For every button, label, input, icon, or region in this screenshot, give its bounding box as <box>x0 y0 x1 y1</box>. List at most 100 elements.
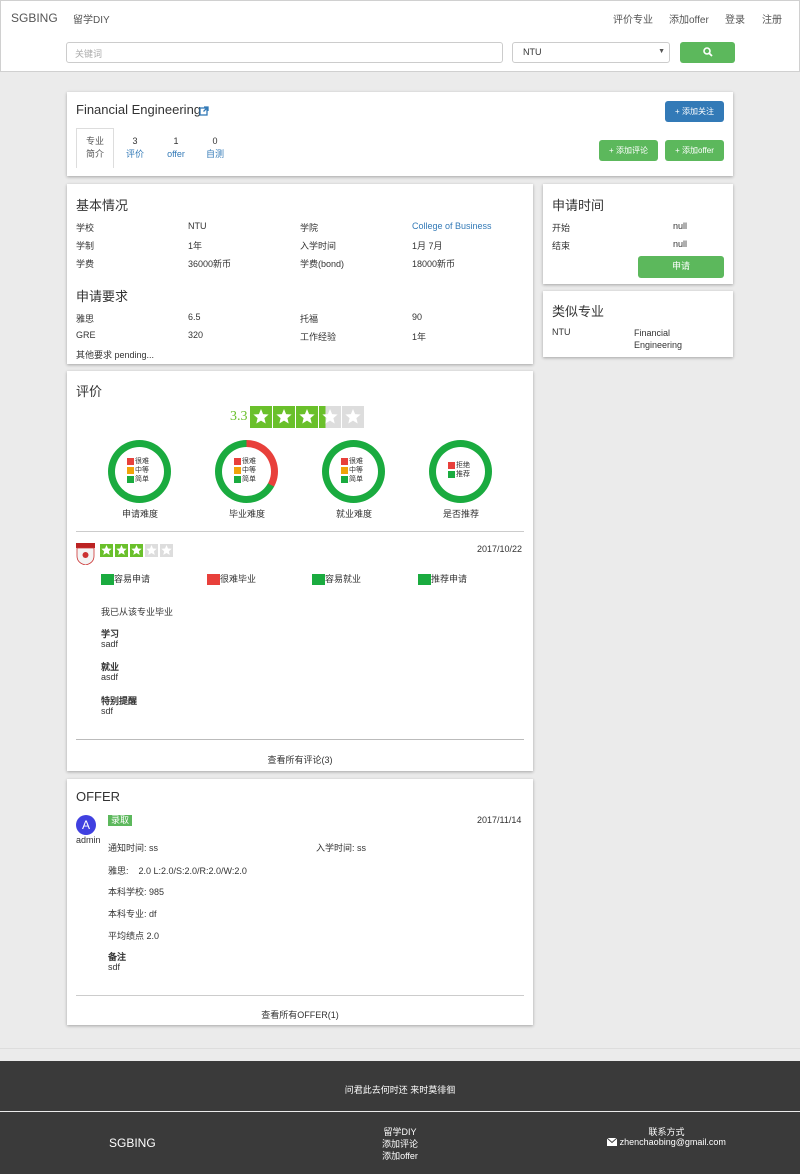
legend-swatch <box>234 475 241 483</box>
donut-label: 是否推荐 <box>442 509 479 519</box>
offer-undergrad-school: 本科学校: 985 <box>108 887 165 897</box>
offer-enroll-time: 入学时间: ss <box>316 843 367 853</box>
toefl-label: 托福 <box>300 314 319 324</box>
legend-swatch <box>127 475 134 483</box>
review-star-icon <box>100 544 113 557</box>
major-header-card: Financial Engineering + 添加关注 专业 简介 3 评价 … <box>67 92 733 176</box>
legend-swatch <box>341 466 348 474</box>
apply-button[interactable]: 申请 <box>638 256 724 278</box>
add-offer-button[interactable]: + 添加offer <box>665 140 724 161</box>
legend-text: 中等 <box>242 467 256 474</box>
legend-text: 中等 <box>349 467 363 474</box>
divider <box>76 531 524 532</box>
legend-item: 简单 <box>127 475 149 484</box>
divider <box>76 995 524 996</box>
legend-swatch <box>234 466 241 474</box>
rating-star-icon <box>273 406 295 428</box>
review-star-icon <box>115 544 128 557</box>
offer-gpa: 平均绩点 2.0 <box>108 931 160 941</box>
similar-school: NTU <box>552 327 571 337</box>
college-label: 学院 <box>300 223 319 233</box>
college-link[interactable]: College of Business <box>412 221 492 231</box>
legend-swatch <box>234 457 241 465</box>
work-exp-label: 工作经验 <box>300 332 337 342</box>
similar-majors-card: 类似专业 NTU Financial Engineering <box>543 291 733 357</box>
legend-item: 简单 <box>234 475 256 484</box>
add-follow-button[interactable]: + 添加关注 <box>665 101 724 122</box>
review-job: asdf <box>101 672 119 682</box>
footer-brand: SGBING <box>109 1136 156 1150</box>
review-star-icon <box>160 544 173 557</box>
rating-score: 3.3 <box>230 409 248 424</box>
rating-star-icon <box>250 406 272 428</box>
tag-easy-job: 容易就业 <box>312 572 362 586</box>
legend-item: 中等 <box>341 466 363 475</box>
legend-item: 很难 <box>341 457 363 466</box>
duration-label: 学制 <box>76 241 95 251</box>
tag-swatch <box>312 574 325 586</box>
nav-login[interactable]: 登录 <box>725 11 745 26</box>
apply-time-title: 申请时间 <box>552 198 605 213</box>
search-icon <box>703 47 713 57</box>
tab-reviews-count: 3 <box>132 136 138 146</box>
offer-ielts: 雅思: 2.0 L:2.0/S:2.0/R:2.0/W:2.0 <box>108 866 247 876</box>
footer-slogan: 问君此去何时还 来时莫徘徊 <box>344 1085 456 1095</box>
view-all-offers-link[interactable]: 查看所有OFFER(1) <box>67 1008 533 1021</box>
tab-intro[interactable]: 专业 简介 <box>76 128 114 168</box>
legend-swatch <box>341 475 348 483</box>
nav-diy-link[interactable]: 留学DIY <box>73 11 110 26</box>
tab-offers-count: 1 <box>173 136 179 146</box>
review-star-icon <box>145 544 158 557</box>
tag-hard-graduate: 很难毕业 <box>207 572 256 586</box>
apply-time-card: 申请时间 开始 null 结束 null 申请 <box>543 184 733 284</box>
toefl-value: 90 <box>412 312 423 322</box>
brand-logo[interactable]: SGBING <box>11 11 58 25</box>
end-label: 结束 <box>552 241 571 251</box>
legend-text: 很难 <box>349 458 363 465</box>
search-button[interactable] <box>680 42 735 63</box>
gre-value: 320 <box>188 330 204 340</box>
envelope-icon <box>606 1137 618 1146</box>
top-navbar: SGBING 留学DIY 评价专业 添加offer 登录 注册 关键词 NTU ▼ <box>0 0 800 72</box>
offer-notice-time: 通知时间: ss <box>108 843 159 853</box>
basic-info-title: 基本情况 <box>76 198 129 213</box>
tab-intro-top: 专业 <box>85 136 104 146</box>
donut-legend: 很难 中等 简单 <box>341 457 363 484</box>
review-graduated: 我已从该专业毕业 <box>101 607 174 617</box>
requirements-title: 申请要求 <box>76 289 129 304</box>
tab-reviews-label: 评价 <box>125 149 144 159</box>
legend-swatch <box>127 466 134 474</box>
tag-text: 容易就业 <box>325 574 362 584</box>
donut-label: 就业难度 <box>335 509 372 519</box>
university-select[interactable]: NTU ▼ <box>512 42 670 63</box>
rating-star-icon <box>342 406 364 428</box>
nav-review-major[interactable]: 评价专业 <box>613 11 653 26</box>
tag-recommend: 推荐申请 <box>418 572 467 586</box>
school-value: NTU <box>188 221 207 231</box>
view-all-reviews-link[interactable]: 查看所有评论(3) <box>67 753 533 766</box>
footer-link-add-offer[interactable]: 添加offer <box>340 1149 460 1162</box>
tab-offers-label: offer <box>167 149 185 159</box>
end-value: null <box>673 239 688 249</box>
legend-swatch <box>341 457 348 465</box>
legend-item: 很难 <box>234 457 256 466</box>
donut-label: 申请难度 <box>121 509 158 519</box>
search-input[interactable]: 关键词 <box>66 42 503 63</box>
similar-major-link[interactable]: Financial Engineering <box>634 327 714 351</box>
review-stars <box>100 544 175 557</box>
offer-title: OFFER <box>76 789 121 804</box>
tab-reviews[interactable]: 3 评价 <box>121 135 149 161</box>
add-review-button[interactable]: + 添加评论 <box>599 140 658 161</box>
legend-swatch <box>448 470 455 478</box>
footer-email[interactable]: zhenchaobing@gmail.com <box>620 1137 726 1147</box>
nav-register[interactable]: 注册 <box>762 11 782 26</box>
legend-text: 拒绝 <box>456 462 470 469</box>
nav-add-offer[interactable]: 添加offer <box>669 11 709 26</box>
tuition-value: 36000新币 <box>188 259 232 269</box>
tab-offers[interactable]: 1 offer <box>161 135 191 161</box>
tab-selftest[interactable]: 0 自测 <box>201 135 229 161</box>
footer-contact: zhenchaobing@gmail.com <box>600 1137 733 1147</box>
external-link-icon[interactable] <box>199 106 209 116</box>
rating-card: 评价 3.3 2017/10/22 容易申请 很难毕业 容易就业 推荐申请 我已… <box>67 371 533 771</box>
offer-user-link[interactable]: admin <box>76 835 101 845</box>
